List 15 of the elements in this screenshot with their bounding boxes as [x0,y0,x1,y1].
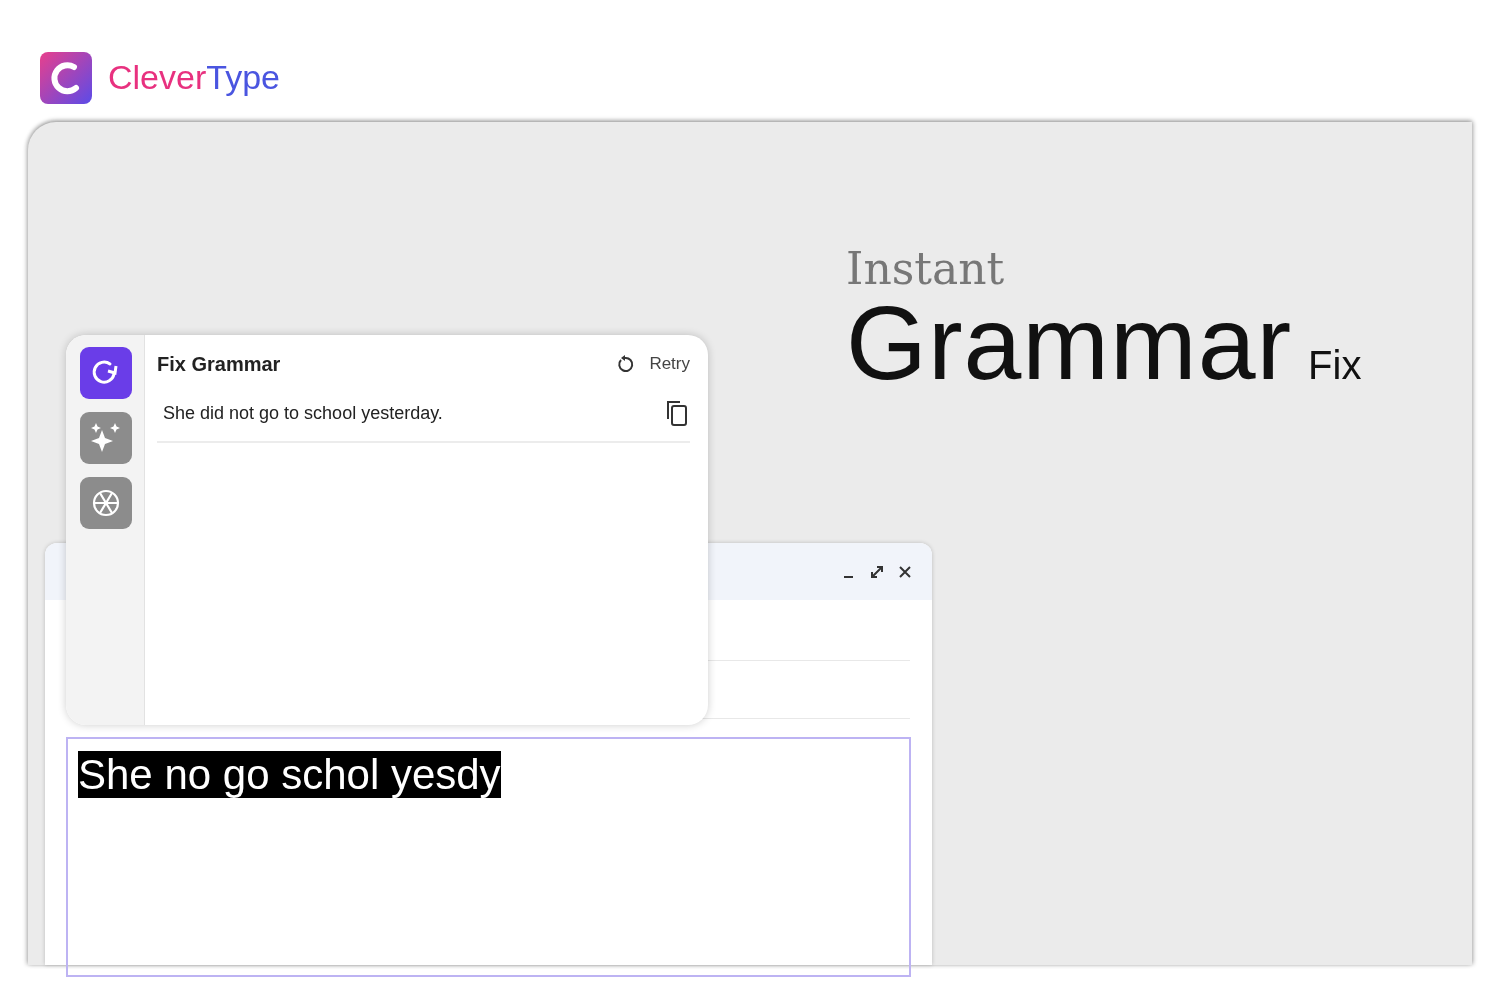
retry-icon [615,354,636,374]
retry-button[interactable]: Retry [615,351,690,377]
result-text: She did not go to school yesterday. [163,401,443,425]
popup-title: Fix Grammar [157,352,281,377]
refresh-icon[interactable] [80,347,132,399]
headline-kicker: Instant [846,247,1006,291]
copy-icon[interactable] [664,399,690,427]
expand-icon[interactable] [870,564,884,579]
logo-icon [40,52,92,104]
headline-suffix: Fix [1308,342,1362,389]
brand-name: CleverType [108,57,280,98]
sparkles-icon[interactable] [80,412,132,464]
headline-title: Grammar [846,291,1293,395]
close-icon[interactable] [898,564,912,579]
text-field[interactable]: She no go schol yesdy [66,737,911,977]
